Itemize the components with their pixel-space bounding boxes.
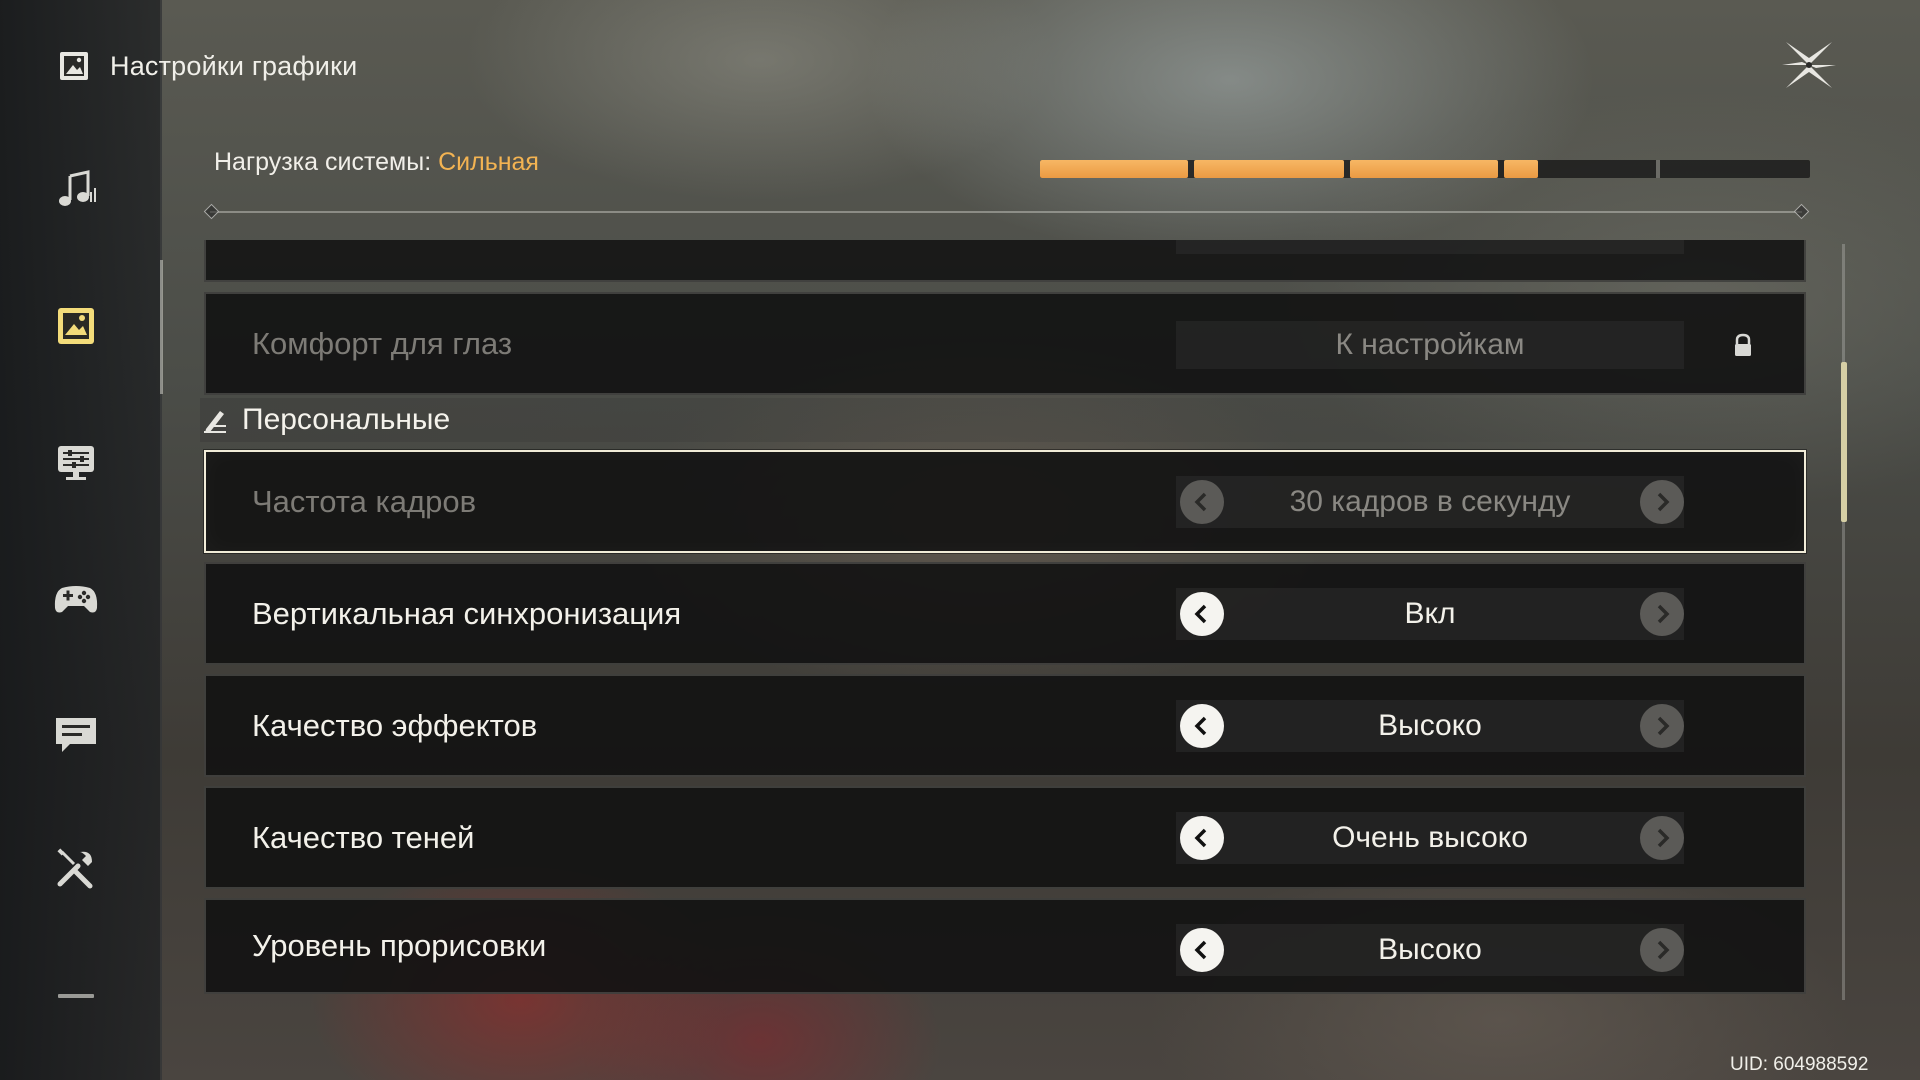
setting-row-shadow-quality[interactable]: Качество теней Очень высоко bbox=[204, 786, 1806, 889]
previous-option-button[interactable] bbox=[1180, 928, 1224, 972]
sidebar-item-other[interactable] bbox=[46, 838, 106, 898]
chevron-right-icon bbox=[1657, 716, 1670, 736]
setting-label: Качество эффектов bbox=[252, 707, 538, 743]
load-segment bbox=[1504, 160, 1538, 178]
monitor-sliders-icon bbox=[58, 446, 94, 480]
selected-value: Высоко bbox=[1378, 709, 1482, 742]
scrollbar-thumb[interactable] bbox=[1841, 362, 1847, 522]
chat-bubble-icon bbox=[56, 718, 96, 752]
sidebar-item-audio[interactable] bbox=[46, 160, 106, 220]
load-segment bbox=[1194, 160, 1344, 178]
setting-row-fps[interactable]: Частота кадров 30 кадров в секунду bbox=[204, 450, 1806, 553]
divider-ornament bbox=[203, 203, 220, 220]
music-note-icon bbox=[59, 170, 96, 206]
next-option-button[interactable] bbox=[1640, 816, 1684, 860]
load-segment bbox=[1350, 160, 1498, 178]
load-segment bbox=[1040, 160, 1188, 178]
system-load-caption: Нагрузка системы: bbox=[214, 148, 432, 176]
user-id-label: UID: 604988592 bbox=[1730, 1054, 1869, 1075]
picture-icon bbox=[58, 50, 90, 82]
chevron-left-icon bbox=[1194, 940, 1207, 960]
selected-value: Вкл bbox=[1404, 597, 1456, 630]
next-option-button[interactable] bbox=[1640, 480, 1684, 524]
system-load-level: Сильная bbox=[438, 148, 539, 176]
close-button[interactable] bbox=[1780, 38, 1838, 92]
dash-icon bbox=[58, 994, 94, 998]
chevron-right-icon bbox=[1657, 604, 1670, 624]
section-title: Персональные bbox=[242, 403, 451, 436]
setting-row-effects-quality[interactable]: Качество эффектов Высоко bbox=[204, 674, 1806, 777]
sidebar-item-display[interactable] bbox=[46, 432, 106, 492]
setting-label: Вертикальная синхронизация bbox=[252, 595, 682, 631]
previous-option-button[interactable] bbox=[1180, 704, 1224, 748]
setting-label: Качество теней bbox=[252, 819, 475, 855]
option-selector: Вкл bbox=[1176, 588, 1684, 640]
setting-label: Комфорт для глаз bbox=[252, 325, 513, 361]
chevron-left-icon bbox=[1194, 604, 1207, 624]
next-option-button[interactable] bbox=[1640, 704, 1684, 748]
lock-icon bbox=[1735, 333, 1751, 356]
next-option-button[interactable] bbox=[1640, 592, 1684, 636]
sidebar-item-more[interactable] bbox=[46, 958, 106, 1018]
option-selector: 30 кадров в секунду bbox=[1176, 476, 1684, 528]
chevron-right-icon bbox=[1657, 492, 1670, 512]
partial-selector bbox=[1176, 240, 1684, 254]
selected-value: Высоко bbox=[1378, 933, 1482, 966]
open-settings-button[interactable]: К настройкам bbox=[1176, 321, 1684, 369]
setting-row-draw-distance[interactable]: Уровень прорисовки Высоко bbox=[204, 898, 1806, 994]
previous-option-button[interactable] bbox=[1180, 816, 1224, 860]
divider-ornament bbox=[1793, 203, 1810, 220]
gamepad-icon bbox=[54, 586, 98, 613]
sidebar-item-graphics[interactable] bbox=[46, 296, 106, 356]
previous-option-button[interactable] bbox=[1180, 480, 1224, 524]
system-load-meter bbox=[1040, 160, 1810, 178]
sidebar-item-controls[interactable] bbox=[46, 568, 106, 628]
load-threshold-marker bbox=[1656, 160, 1660, 178]
sidebar-item-chat[interactable] bbox=[46, 704, 106, 764]
chevron-left-icon bbox=[1194, 492, 1207, 512]
chevron-right-icon bbox=[1657, 828, 1670, 848]
close-icon bbox=[1782, 42, 1836, 88]
section-header-personal: Персональные bbox=[200, 398, 1806, 442]
list-item-partial bbox=[204, 240, 1806, 282]
sidebar-active-indicator bbox=[160, 260, 163, 394]
header: Настройки графики bbox=[58, 44, 357, 88]
chevron-left-icon bbox=[1194, 828, 1207, 848]
option-selector: Очень высоко bbox=[1176, 812, 1684, 864]
header-divider bbox=[210, 211, 1802, 213]
tools-icon bbox=[57, 848, 93, 889]
setting-row-eye-comfort: Комфорт для глаз К настройкам bbox=[204, 292, 1806, 395]
chevron-right-icon bbox=[1657, 940, 1670, 960]
scrollbar-track[interactable] bbox=[1842, 244, 1845, 1000]
previous-option-button[interactable] bbox=[1180, 592, 1224, 636]
selected-value: 30 кадров в секунду bbox=[1289, 485, 1571, 518]
sidebar-divider bbox=[160, 0, 162, 1080]
next-option-button[interactable] bbox=[1640, 928, 1684, 972]
setting-label: Уровень прорисовки bbox=[252, 928, 547, 963]
option-selector: Высоко bbox=[1176, 924, 1684, 976]
page-title: Настройки графики bbox=[110, 50, 358, 81]
system-load-label: Нагрузка системы: Сильная bbox=[214, 148, 539, 177]
option-selector: Высоко bbox=[1176, 700, 1684, 752]
selected-value: Очень высоко bbox=[1332, 821, 1528, 854]
setting-row-vsync[interactable]: Вертикальная синхронизация Вкл bbox=[204, 562, 1806, 665]
picture-icon bbox=[58, 308, 94, 344]
chevron-left-icon bbox=[1194, 716, 1207, 736]
setting-label: Частота кадров bbox=[252, 483, 477, 519]
pen-icon bbox=[204, 411, 226, 433]
